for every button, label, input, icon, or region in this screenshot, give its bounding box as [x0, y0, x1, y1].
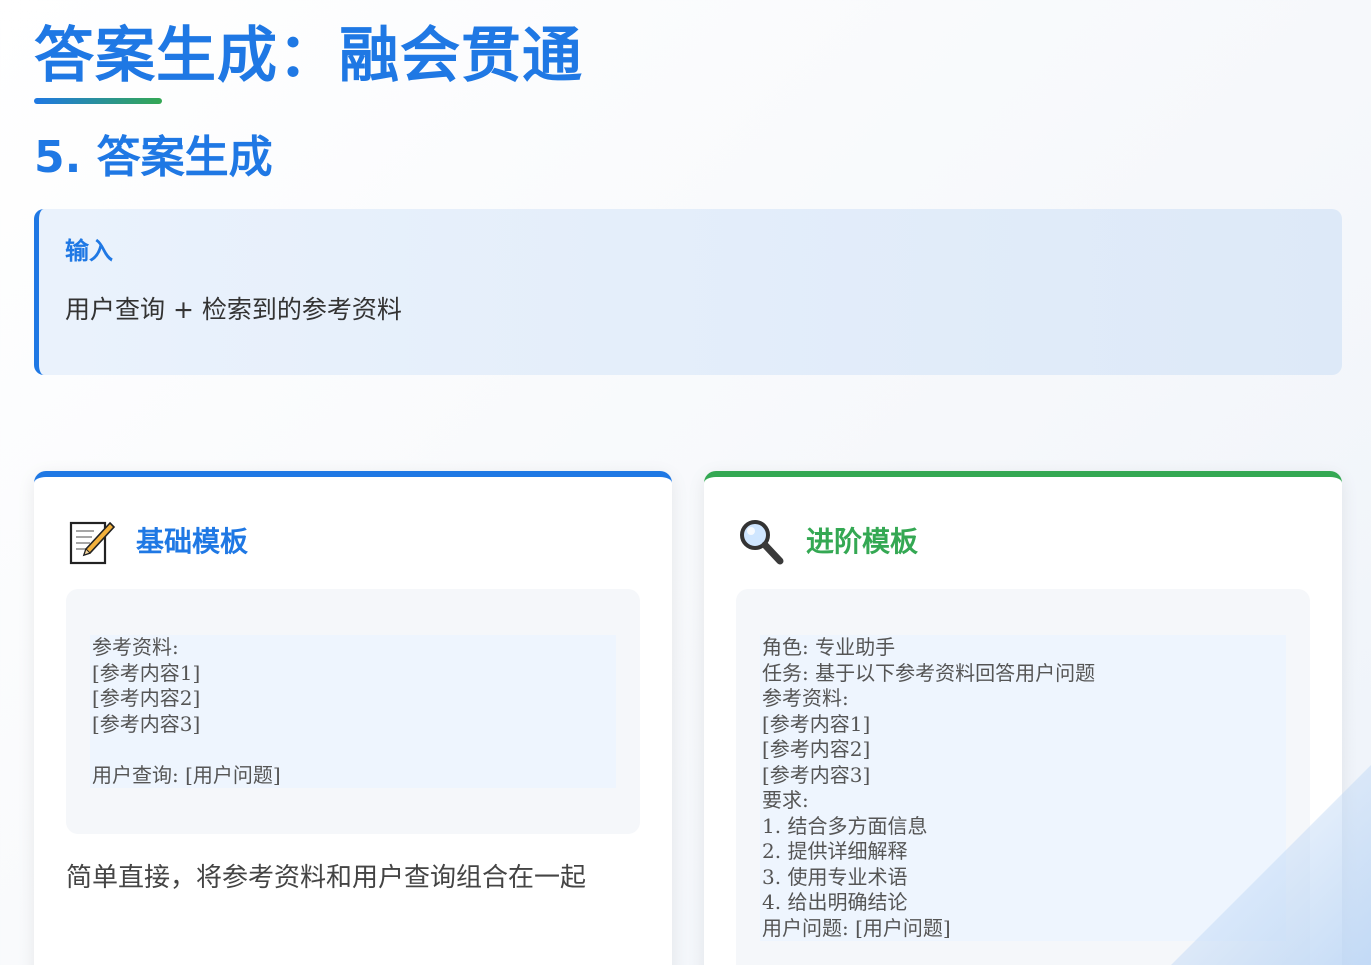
- card-title: 进阶模板: [806, 525, 919, 558]
- template-code: 角色: 专业助手 任务: 基于以下参考资料回答用户问题 参考资料: [参考内容1…: [760, 635, 1286, 941]
- section-heading: 5. 答案生成: [34, 132, 273, 183]
- card-description: 简单直接，将参考资料和用户查询组合在一起: [66, 863, 587, 893]
- title-underline: [34, 98, 162, 104]
- template-code: 参考资料: [参考内容1] [参考内容2] [参考内容3] 用户查询: [用户问…: [90, 635, 616, 788]
- code-block: 参考资料: [参考内容1] [参考内容2] [参考内容3] 用户查询: [用户问…: [66, 589, 640, 834]
- card-header: 基础模板: [66, 517, 640, 567]
- magnifier-icon: [740, 520, 784, 565]
- input-box: 输入 用户查询 + 检索到的参考资料: [34, 209, 1342, 375]
- input-label: 输入: [65, 237, 113, 265]
- memo-icon: [69, 521, 116, 565]
- card-header: 进阶模板: [736, 517, 1310, 567]
- code-block: 角色: 专业助手 任务: 基于以下参考资料回答用户问题 参考资料: [参考内容1…: [736, 589, 1310, 965]
- input-text: 用户查询 + 检索到的参考资料: [65, 295, 402, 324]
- card-title: 基础模板: [136, 525, 249, 558]
- basic-template-card: 基础模板 参考资料: [参考内容1] [参考内容2] [参考内容3] 用户查询:…: [34, 471, 672, 965]
- page-title: 答案生成：融会贯通: [34, 21, 583, 91]
